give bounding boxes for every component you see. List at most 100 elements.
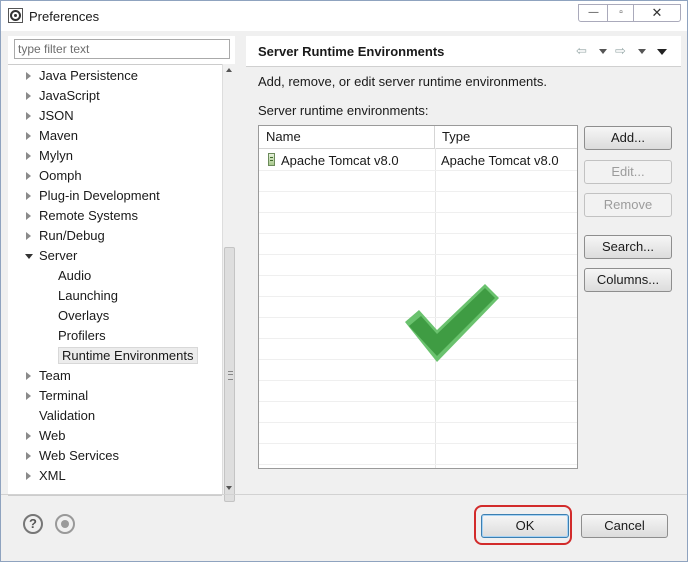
table-row-line (259, 275, 577, 276)
preference-tree: Java Persistence JavaScript JSON Maven Mylyn… (8, 64, 222, 496)
footer-separator (1, 494, 687, 495)
table-row-line (259, 380, 577, 381)
pane-divider[interactable] (241, 36, 243, 494)
tree-item[interactable]: Web (26, 426, 66, 445)
tree-item-label: Audio (58, 268, 92, 283)
filter-input[interactable]: type filter text (14, 39, 230, 59)
collapsed-arrow-icon[interactable] (26, 172, 31, 180)
tree-item-label: JSON (39, 108, 74, 123)
tree-item-label: Profilers (58, 328, 106, 343)
table-cell-name[interactable]: Apache Tomcat v8.0 (281, 150, 399, 171)
tree-item-label: JavaScript (39, 88, 100, 103)
collapsed-arrow-icon[interactable] (26, 232, 31, 240)
table-cell-type[interactable]: Apache Tomcat v8.0 (441, 150, 559, 171)
tree-item[interactable]: Web Services (26, 446, 119, 465)
maximize-button[interactable]: ▫ (607, 4, 635, 22)
tree-item-label: Terminal (39, 388, 89, 403)
scroll-up-icon[interactable] (226, 68, 232, 72)
table-row-line (259, 191, 577, 192)
tree-item[interactable]: Terminal (26, 386, 89, 405)
collapsed-arrow-icon[interactable] (26, 212, 31, 220)
collapsed-arrow-icon[interactable] (26, 392, 31, 400)
collapsed-arrow-icon[interactable] (26, 92, 31, 100)
tree-item-label: Validation (39, 408, 96, 423)
tree-item-label: Runtime Environments (58, 347, 198, 364)
table-row-line (259, 212, 577, 213)
tree-item[interactable]: JavaScript (26, 86, 100, 105)
tree-item-label: Plug-in Development (39, 188, 160, 203)
collapsed-arrow-icon[interactable] (26, 72, 31, 80)
collapsed-arrow-icon[interactable] (26, 452, 31, 460)
collapsed-arrow-icon[interactable] (26, 472, 31, 480)
tree-item[interactable]: Server (25, 246, 78, 265)
preference-page: Server Runtime Environments ⇦ ⇨ Add, rem… (246, 36, 681, 494)
runtime-table[interactable]: Name Type Apache Tomcat v8.0 Apache Tomc… (258, 125, 578, 469)
column-header-name[interactable]: Name (259, 126, 435, 148)
search-button[interactable]: Search... (584, 235, 672, 259)
tree-item[interactable]: Oomph (26, 166, 82, 185)
record-macro-icon[interactable] (55, 514, 75, 534)
tree-item-label: Run/Debug (39, 228, 105, 243)
tree-item[interactable]: Audio (58, 266, 91, 285)
scroll-down-icon[interactable] (226, 486, 232, 490)
collapsed-arrow-icon[interactable] (26, 112, 31, 120)
tree-item[interactable]: Overlays (58, 306, 109, 325)
back-history-dropdown-icon[interactable] (599, 49, 607, 54)
page-description: Add, remove, or edit server runtime envi… (258, 74, 548, 89)
tree-scrollbar[interactable] (222, 64, 236, 502)
tree-item[interactable]: Validation (39, 406, 95, 425)
forward-history-dropdown-icon[interactable] (638, 49, 646, 54)
tree-item-label: Oomph (39, 168, 82, 183)
page-title: Server Runtime Environments (258, 44, 445, 59)
table-row-line (259, 254, 577, 255)
tree-item-label: Server (39, 248, 78, 263)
page-header: Server Runtime Environments ⇦ ⇨ (246, 36, 681, 67)
tree-item-label: Web Services (39, 448, 119, 463)
tree-item[interactable]: Maven (26, 126, 78, 145)
tree-item[interactable]: Mylyn (26, 146, 73, 165)
tree-item[interactable]: Runtime Environments (58, 346, 198, 365)
tree-item-label: Launching (58, 288, 118, 303)
forward-arrow-icon[interactable]: ⇨ (615, 43, 626, 59)
server-runtime-icon (268, 153, 275, 166)
minimize-button[interactable]: — (578, 4, 609, 22)
columns-button[interactable]: Columns... (584, 268, 672, 292)
window-title: Preferences (29, 9, 100, 24)
remove-button[interactable]: Remove (584, 193, 672, 217)
tree-item[interactable]: Run/Debug (26, 226, 105, 245)
view-menu-icon[interactable] (657, 49, 667, 55)
add-button[interactable]: Add... (584, 126, 672, 150)
tree-item[interactable]: Profilers (58, 326, 106, 345)
scrollbar-thumb[interactable] (224, 247, 235, 502)
close-button[interactable]: ✕ (633, 4, 681, 22)
ok-button[interactable]: OK (481, 514, 569, 538)
tree-item[interactable]: XML (26, 466, 66, 485)
collapsed-arrow-icon[interactable] (26, 192, 31, 200)
eclipse-gear-icon (8, 8, 23, 23)
tree-item[interactable]: Java Persistence (26, 66, 138, 85)
expanded-arrow-icon[interactable] (25, 254, 33, 259)
collapsed-arrow-icon[interactable] (26, 432, 31, 440)
tree-item[interactable]: Launching (58, 286, 118, 305)
tree-item-label: Remote Systems (39, 208, 138, 223)
tree-item[interactable]: Plug-in Development (26, 186, 160, 205)
collapsed-arrow-icon[interactable] (26, 372, 31, 380)
tree-item-label: Mylyn (39, 148, 73, 163)
tree-item[interactable]: Team (26, 366, 71, 385)
back-arrow-icon[interactable]: ⇦ (576, 43, 587, 59)
tree-item-label: XML (39, 468, 66, 483)
cancel-button[interactable]: Cancel (581, 514, 668, 538)
collapsed-arrow-icon[interactable] (26, 132, 31, 140)
tree-item[interactable]: JSON (26, 106, 74, 125)
grip-icon (228, 371, 233, 380)
preference-tree-pane: type filter text Java Persistence JavaScr… (8, 36, 236, 502)
table-row-line (259, 443, 577, 444)
table-row-line (259, 233, 577, 234)
preferences-dialog: Preferences — ▫ ✕ type filter text Java … (0, 0, 688, 562)
collapsed-arrow-icon[interactable] (26, 152, 31, 160)
tree-item-label: Team (39, 368, 71, 383)
edit-button[interactable]: Edit... (584, 160, 672, 184)
tree-item[interactable]: Remote Systems (26, 206, 138, 225)
help-icon[interactable]: ? (23, 514, 43, 534)
column-header-type[interactable]: Type (435, 126, 577, 148)
